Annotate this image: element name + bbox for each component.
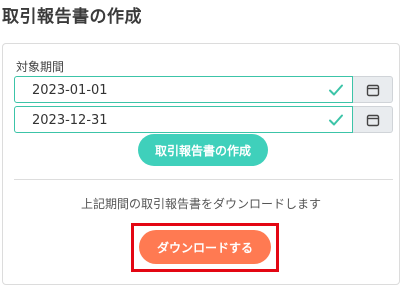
start-date-calendar-button[interactable] xyxy=(353,76,393,103)
check-icon xyxy=(329,84,343,96)
create-report-button[interactable]: 取引報告書の作成 xyxy=(138,134,268,166)
download-description: 上記期間の取引報告書をダウンロードします xyxy=(80,197,321,211)
check-icon xyxy=(329,114,343,126)
period-label: 対象期間 xyxy=(16,60,65,74)
end-date-row: 2023-12-31 xyxy=(14,106,393,133)
end-date-calendar-button[interactable] xyxy=(353,106,393,133)
calendar-icon xyxy=(366,114,379,126)
start-date-row: 2023-01-01 xyxy=(14,76,393,103)
start-date-input[interactable]: 2023-01-01 xyxy=(14,76,353,103)
start-date-value: 2023-01-01 xyxy=(32,83,108,98)
end-date-input[interactable]: 2023-12-31 xyxy=(14,106,353,133)
report-form-card: 対象期間 2023-01-01 2023-12-31 取引報告書の作成 上記期間… xyxy=(2,43,400,285)
divider xyxy=(14,179,393,180)
end-date-value: 2023-12-31 xyxy=(32,113,108,128)
page-title: 取引報告書の作成 xyxy=(2,7,142,27)
calendar-icon xyxy=(366,84,379,96)
download-button[interactable]: ダウンロードする xyxy=(139,230,271,264)
